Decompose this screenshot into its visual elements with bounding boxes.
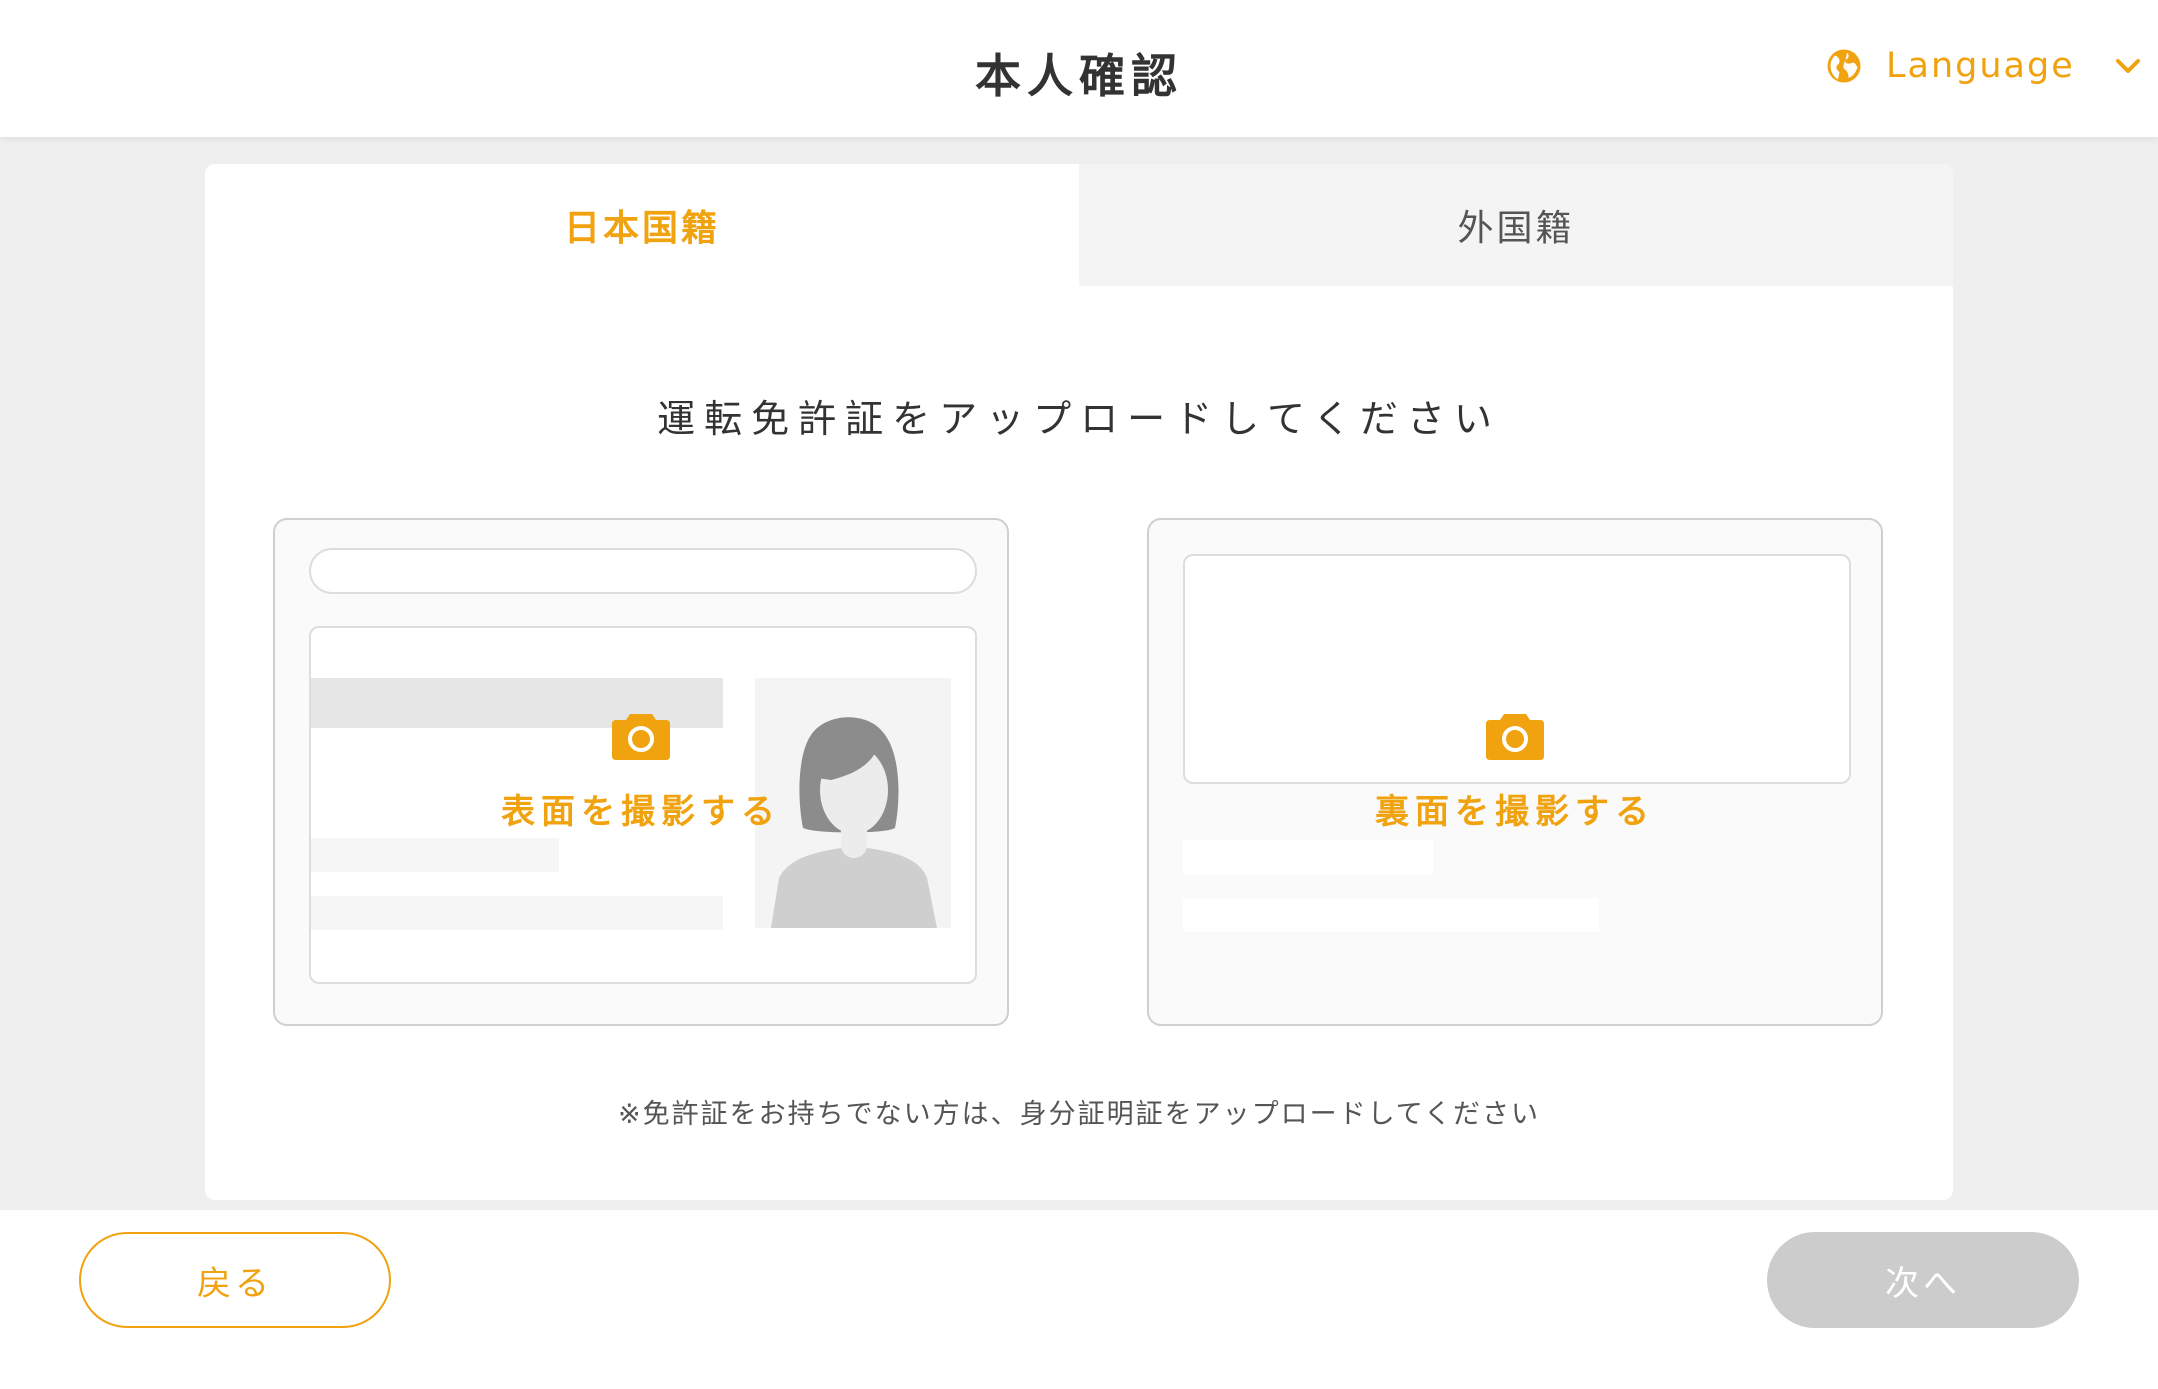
chevron-down-icon bbox=[2115, 59, 2140, 73]
upload-heading: 運転免許証をアップロードしてください bbox=[657, 397, 1501, 441]
placeholder-bar bbox=[1183, 840, 1433, 874]
identity-card-panel: 日本国籍 外国籍 運転免許証をアップロードしてください 表面を撮影する 裏面を撮… bbox=[205, 164, 1953, 1200]
camera-icon bbox=[1486, 714, 1544, 760]
license-header-placeholder bbox=[309, 548, 977, 594]
footer-bar: 戻る 次へ bbox=[0, 1210, 2158, 1389]
nationality-tabs: 日本国籍 外国籍 bbox=[205, 164, 1953, 286]
front-capture-label: 表面を撮影する bbox=[501, 792, 781, 832]
back-capture-card[interactable]: 裏面を撮影する bbox=[1147, 518, 1883, 1026]
placeholder-bar bbox=[311, 896, 723, 930]
placeholder-bar bbox=[1183, 898, 1599, 932]
front-capture-card[interactable]: 表面を撮影する bbox=[273, 518, 1009, 1026]
tab-foreign-nationality[interactable]: 外国籍 bbox=[1079, 164, 1953, 286]
back-button[interactable]: 戻る bbox=[79, 1232, 391, 1328]
alternative-id-note: ※免許証をお持ちでない方は、身分証明証をアップロードしてください bbox=[617, 1099, 1540, 1130]
back-capture-label: 裏面を撮影する bbox=[1375, 792, 1655, 832]
tab-japanese-nationality[interactable]: 日本国籍 bbox=[205, 164, 1079, 286]
header-bar: 本人確認 Language bbox=[0, 0, 2158, 137]
language-selector[interactable]: Language bbox=[1826, 40, 2141, 92]
language-label: Language bbox=[1886, 46, 2075, 86]
next-button[interactable]: 次へ bbox=[1767, 1232, 2079, 1328]
camera-icon bbox=[612, 714, 670, 760]
placeholder-bar bbox=[311, 838, 559, 872]
globe-icon bbox=[1827, 49, 1861, 83]
